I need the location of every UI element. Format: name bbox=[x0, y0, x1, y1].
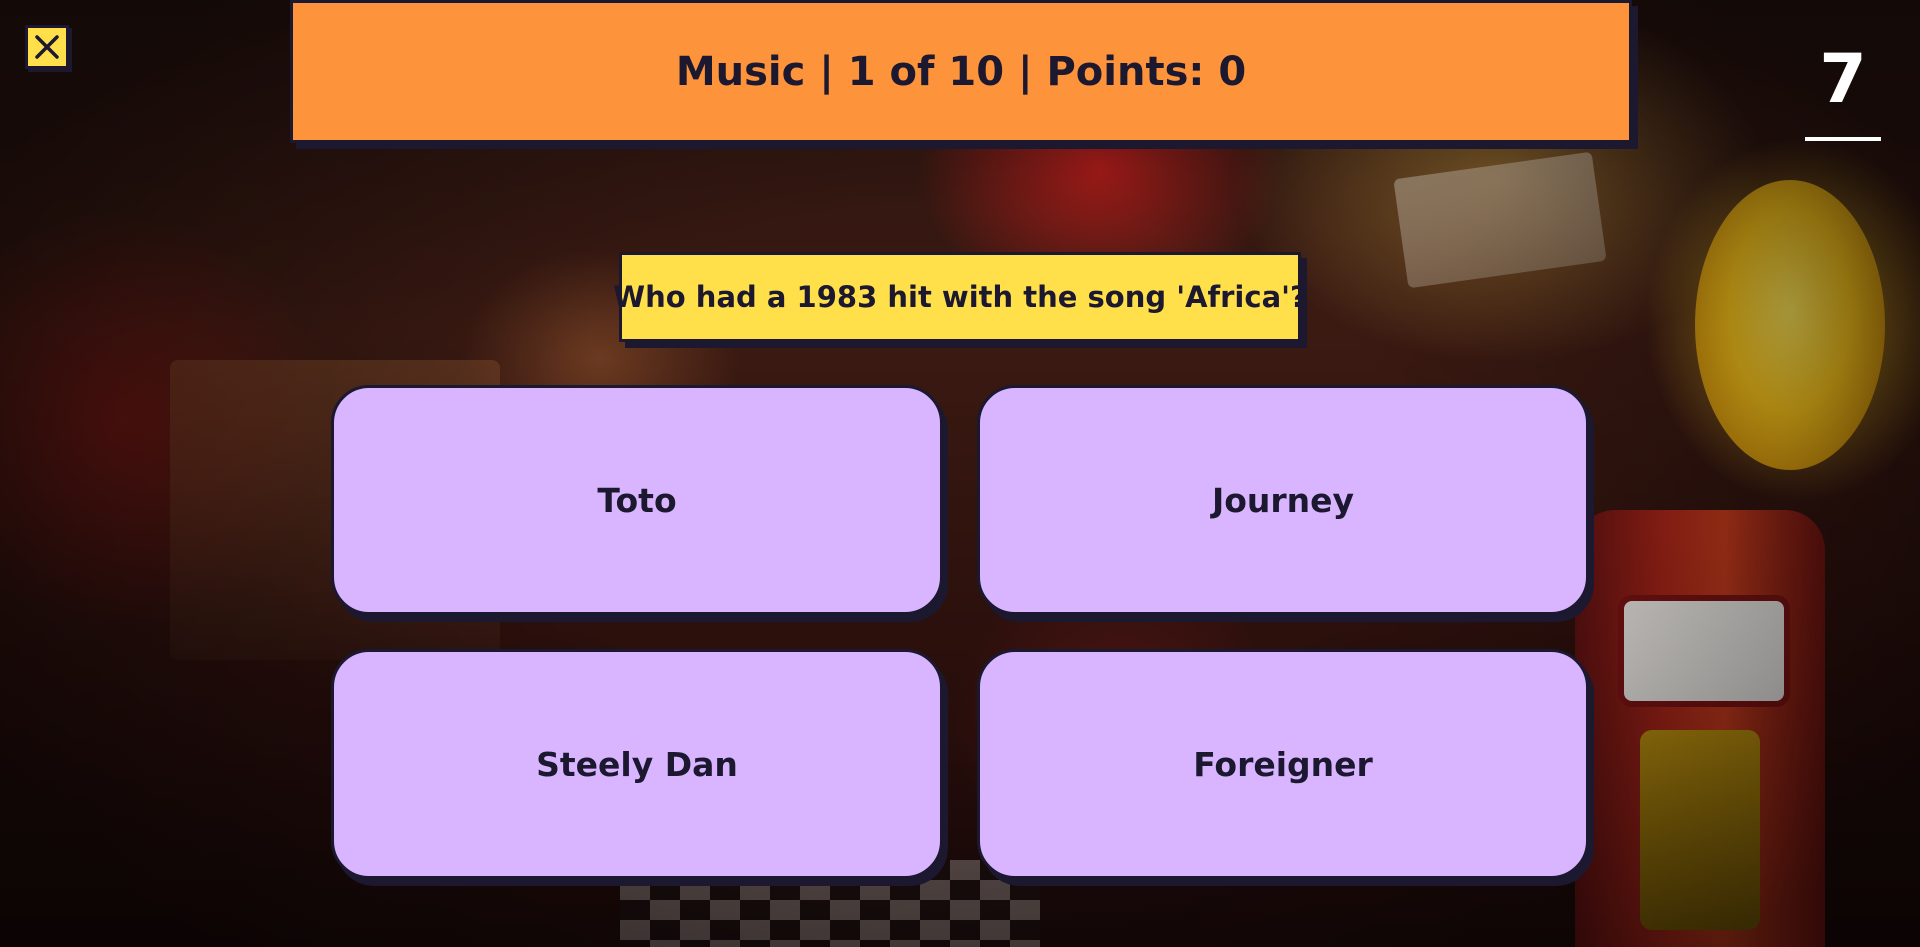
answer-label: Toto bbox=[597, 480, 677, 520]
answer-label: Journey bbox=[1211, 480, 1355, 520]
answer-button-2[interactable]: Journey bbox=[977, 385, 1589, 615]
status-header-text: Music | 1 of 10 | Points: 0 bbox=[675, 48, 1247, 95]
timer-underline bbox=[1805, 137, 1881, 141]
question-text: Who had a 1983 hit with the song 'Africa… bbox=[613, 280, 1307, 314]
answer-label: Steely Dan bbox=[536, 744, 738, 784]
answer-button-1[interactable]: Toto bbox=[331, 385, 943, 615]
countdown-timer: 7 bbox=[1819, 40, 1867, 119]
status-header: Music | 1 of 10 | Points: 0 bbox=[290, 0, 1632, 143]
answer-button-4[interactable]: Foreigner bbox=[977, 649, 1589, 879]
close-button[interactable] bbox=[25, 25, 69, 69]
answer-button-3[interactable]: Steely Dan bbox=[331, 649, 943, 879]
question-card: Who had a 1983 hit with the song 'Africa… bbox=[613, 252, 1307, 342]
close-icon bbox=[35, 35, 59, 59]
game-screen: Music | 1 of 10 | Points: 0 7 Who had a … bbox=[0, 0, 1920, 947]
answer-label: Foreigner bbox=[1193, 744, 1373, 784]
